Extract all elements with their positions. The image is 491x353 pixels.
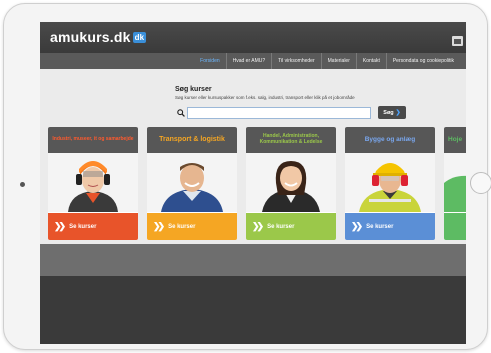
category-title: Industri, museer, it og samarbejde [48,127,138,153]
nav-item-materialer[interactable]: Materialer [320,53,356,69]
search-subtitle: Søg kurser eller kursuspakker som f.eks.… [175,95,355,100]
se-kurser-button[interactable]: ❯❯ Se kurser [345,213,435,240]
search-button-label: Søg [383,109,394,116]
worker-photo-industri [48,153,138,212]
worker-photo-transport [147,153,237,212]
se-kurser-label: Se kurser [366,223,394,230]
se-kurser-button[interactable] [444,213,466,240]
screen: amukurs.dk dk Forsiden Hvad er AMU? Til v… [40,22,466,344]
tablet-frame: amukurs.dk dk Forsiden Hvad er AMU? Til v… [3,3,491,350]
search-button[interactable]: Søg ❯ [378,106,406,119]
se-kurser-button[interactable]: ❯❯ Se kurser [147,213,237,240]
site-header: amukurs.dk dk [40,22,466,53]
nav-item-til-virksomheder[interactable]: Til virksomheder [271,53,321,69]
search-title: Søg kurser [175,86,212,93]
chevron-right-icon: ❯ [395,110,401,116]
se-kurser-button[interactable]: ❯❯ Se kurser [48,213,138,240]
category-card-handel[interactable]: Handel, Administration, Kommunikation & … [246,127,336,240]
category-card-bygge[interactable]: Bygge og anlæg ❯❯ Se kurser [345,127,435,240]
category-card-partial[interactable]: Hoje [444,127,466,240]
category-title: Handel, Administration, Kommunikation & … [246,127,336,153]
se-kurser-label: Se kurser [69,223,97,230]
main-content: Søg kurser Søg kurser eller kursuspakker… [40,69,466,244]
menu-icon[interactable] [452,36,463,46]
logo-badge: dk [132,32,147,43]
home-button[interactable] [470,172,491,194]
category-title: Hoje [444,127,466,153]
se-kurser-button[interactable]: ❯❯ Se kurser [246,213,336,240]
nav-item-persondata[interactable]: Persondata og cookiepolitik [385,53,460,69]
footer-band [40,244,466,276]
footer-dark [40,276,466,344]
nav-item-hvad-er-amu[interactable]: Hvad er AMU? [225,53,272,69]
site-logo[interactable]: amukurs.dk dk [50,29,147,45]
worker-photo-partial [444,153,466,212]
search-icon [177,109,185,117]
logo-text: amukurs.dk [50,29,131,45]
worker-photo-handel [246,153,336,212]
double-chevron-icon: ❯❯ [54,221,66,231]
main-nav: Forsiden Hvad er AMU? Til virksomheder M… [40,53,466,69]
se-kurser-label: Se kurser [267,223,295,230]
category-cards: Industri, museer, it og samarbejde ❯❯ Se… [48,127,466,243]
search-input[interactable] [187,107,371,119]
category-title: Bygge og anlæg [345,127,435,153]
double-chevron-icon: ❯❯ [153,221,165,231]
category-card-industri[interactable]: Industri, museer, it og samarbejde ❯❯ Se… [48,127,138,240]
worker-photo-bygge [345,153,435,212]
nav-item-forsiden[interactable]: Forsiden [194,53,225,69]
double-chevron-icon: ❯❯ [351,221,363,231]
double-chevron-icon: ❯❯ [252,221,264,231]
se-kurser-label: Se kurser [168,223,196,230]
category-card-transport[interactable]: Transport & logistik ❯❯ Se kurser [147,127,237,240]
nav-item-kontakt[interactable]: Kontakt [355,53,386,69]
camera-dot [20,182,25,187]
category-title: Transport & logistik [147,127,237,153]
